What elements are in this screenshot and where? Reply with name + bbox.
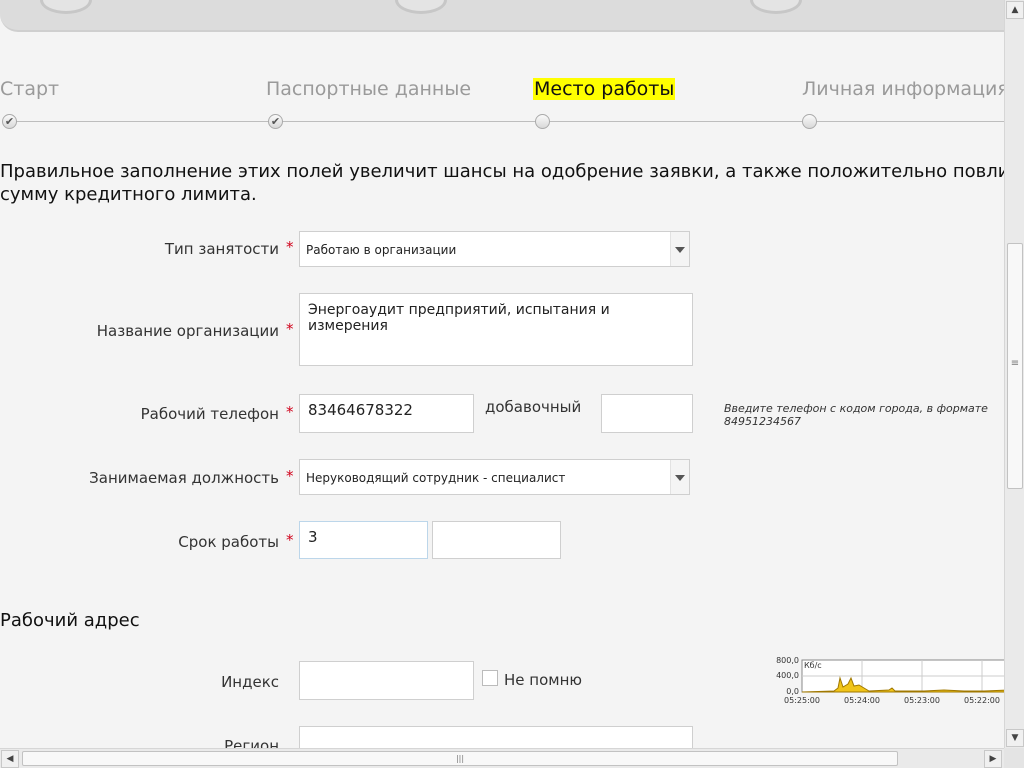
step-workplace-label: Место работы [533, 78, 676, 100]
tenure-label: Срок работы [178, 533, 279, 551]
work-phone-label: Рабочий телефон [140, 405, 279, 423]
y-label: 0,0 [786, 687, 799, 696]
hint-line-2: 84951234567 [724, 415, 801, 428]
employment-type-value: Работаю в организации [306, 243, 457, 257]
work-phone-input[interactable]: 83464678322 [299, 394, 474, 433]
region-input[interactable] [299, 726, 693, 748]
step-passport[interactable]: Паспортные данные [266, 78, 471, 100]
intro-line-2: сумму кредитного лимита. [0, 184, 257, 205]
graph-unit: Кб/с [804, 661, 822, 670]
step-workplace[interactable]: Место работы [533, 78, 676, 100]
horizontal-scroll-thumb[interactable]: ||| [22, 751, 898, 766]
employment-type-select[interactable]: Работаю в организации [299, 231, 690, 267]
org-name-label: Название организации [96, 322, 279, 340]
grip-icon: ≡ [1010, 358, 1020, 369]
phone-format-hint: Введите телефон с кодом города, в формат… [724, 402, 988, 428]
dont-remember-label[interactable]: Не помню [504, 671, 582, 689]
grip-icon: ||| [455, 754, 465, 763]
required-mark: * [286, 238, 294, 256]
scroll-up-button[interactable]: ▲ [1006, 1, 1024, 19]
scroll-right-button[interactable]: ▶ [984, 750, 1002, 768]
work-address-heading: Рабочий адрес [0, 610, 140, 631]
required-mark: * [286, 403, 294, 421]
scrollbar-corner [1004, 748, 1024, 768]
required-mark: * [286, 320, 294, 338]
vertical-scrollbar[interactable]: ▲ ≡ ▼ [1004, 0, 1024, 748]
stepper-line [8, 121, 1004, 122]
org-name-textarea[interactable]: Энергоаудит предприятий, испытания и изм… [299, 293, 693, 366]
hint-line-1: Введите телефон с кодом города, в формат… [724, 402, 988, 415]
tenure-years-input[interactable]: 3 [299, 521, 428, 559]
required-mark: * [286, 531, 294, 549]
x-label: 05:24:00 [844, 696, 880, 705]
phone-extension-label: добавочный [485, 398, 582, 416]
network-speed-graph: Кб/с 800,0 400,0 0,0 05:25:00 05:24:00 0… [776, 656, 1024, 705]
scroll-left-button[interactable]: ◀ [1, 750, 19, 768]
intro-line-1: Правильное заполнение этих полей увеличи… [0, 161, 1004, 182]
x-label: 05:22:00 [964, 696, 1000, 705]
intro-text: Правильное заполнение этих полей увеличи… [0, 160, 1004, 206]
region-label: Регион [224, 737, 279, 748]
position-value: Неруководящий сотрудник - специалист [306, 471, 566, 485]
horizontal-scrollbar[interactable]: ◀ ||| ▶ [0, 748, 1004, 768]
scroll-down-button[interactable]: ▼ [1006, 729, 1024, 747]
phone-extension-input[interactable] [601, 394, 693, 433]
y-label: 800,0 [776, 656, 799, 665]
step-dot-icon [535, 114, 550, 129]
chevron-down-icon[interactable] [670, 232, 689, 266]
x-label: 05:25:00 [784, 696, 820, 705]
dont-remember-checkbox[interactable] [482, 670, 498, 686]
progress-stepper: Старт ✔ Паспортные данные ✔ Место работы… [0, 0, 1009, 140]
check-icon: ✔ [268, 114, 283, 129]
step-personal-info[interactable]: Личная информация [802, 78, 1009, 100]
employment-type-label: Тип занятости [164, 240, 279, 258]
tenure-months-input[interactable] [432, 521, 561, 559]
check-icon: ✔ [2, 114, 17, 129]
index-label: Индекс [221, 673, 279, 691]
chevron-down-icon[interactable] [670, 460, 689, 494]
required-mark: * [286, 467, 294, 485]
step-start[interactable]: Старт [0, 78, 59, 100]
position-label: Занимаемая должность [89, 469, 279, 487]
step-dot-icon [802, 114, 817, 129]
position-select[interactable]: Неруководящий сотрудник - специалист [299, 459, 690, 495]
y-label: 400,0 [776, 671, 799, 680]
index-input[interactable] [299, 661, 474, 700]
vertical-scroll-thumb[interactable]: ≡ [1007, 243, 1023, 489]
x-label: 05:23:00 [904, 696, 940, 705]
